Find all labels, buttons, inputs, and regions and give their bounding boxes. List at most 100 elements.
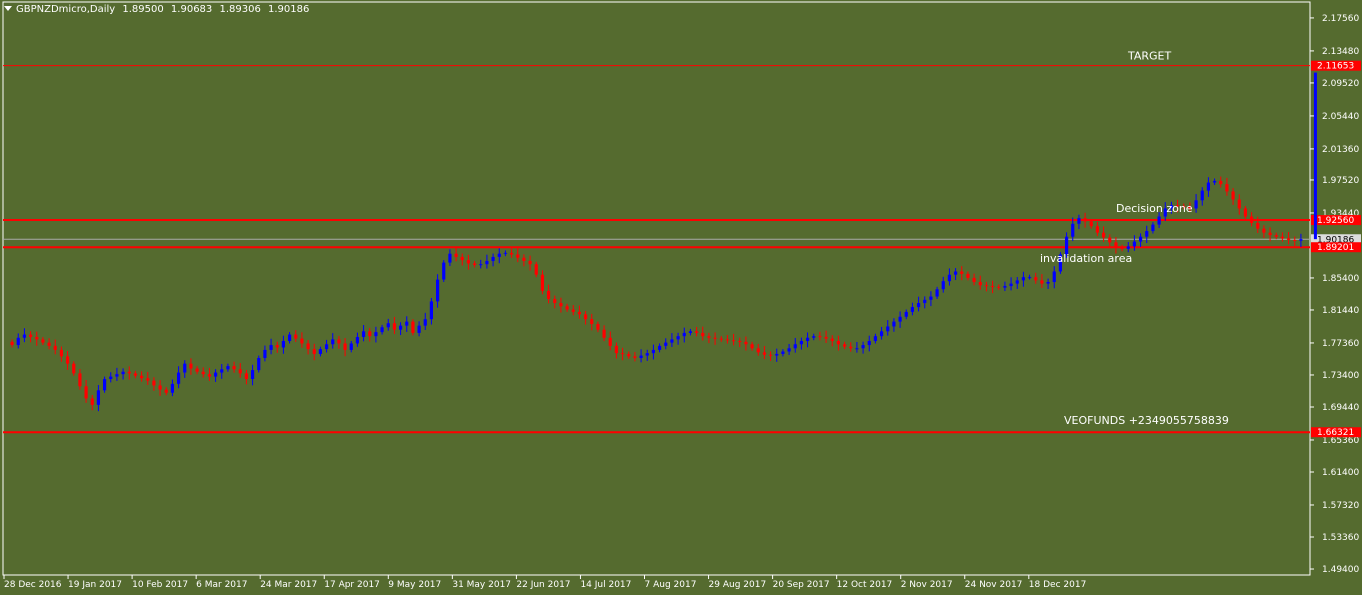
candle-body	[645, 353, 649, 356]
candle-body	[1132, 241, 1137, 247]
candle-body	[750, 344, 754, 349]
candle-body	[263, 349, 267, 358]
symbol-label: GBPNZDmicro,Daily	[16, 4, 116, 15]
candle-body	[1077, 218, 1081, 224]
candle-body	[281, 341, 286, 348]
candle-body	[830, 338, 834, 342]
candle-body	[380, 327, 384, 333]
candle-body	[170, 383, 175, 393]
candle-body	[910, 307, 915, 312]
candle-body	[442, 262, 446, 280]
y-tick-label: 2.05440	[1322, 112, 1359, 122]
candle-body	[867, 341, 871, 346]
candle-body	[429, 301, 434, 320]
candle-body	[466, 260, 471, 264]
y-tick-label: 1.49400	[1322, 565, 1359, 575]
candle-body	[176, 372, 181, 384]
candle-body	[953, 271, 958, 275]
candle-body	[189, 363, 193, 369]
candle-body	[405, 321, 409, 326]
window-menu-icon[interactable]	[4, 6, 12, 11]
candle-body	[368, 331, 372, 337]
candle-body	[479, 264, 483, 266]
candle-body	[941, 281, 945, 290]
candle-body	[1268, 232, 1272, 236]
candle-body	[590, 319, 594, 325]
candle-body	[966, 273, 970, 278]
candle-body	[485, 260, 489, 265]
candle-body	[1089, 221, 1093, 227]
candle-body	[28, 334, 33, 337]
candle-body	[1212, 180, 1217, 183]
candle-body	[676, 336, 680, 340]
candle-body	[183, 363, 187, 373]
x-tick-label: 17 Apr 2017	[324, 580, 380, 590]
candle-body	[417, 325, 421, 333]
annotation-invalidation: invalidation area	[1040, 252, 1132, 265]
candle-body	[460, 256, 464, 261]
candle-body	[139, 375, 144, 379]
x-tick-label: 19 Jan 2017	[68, 580, 122, 590]
candle-body	[1145, 231, 1149, 237]
candle-body	[768, 354, 773, 356]
chart-area[interactable]: 2.17560 2.13480 2.09520 2.05440 2.01360 1.975…	[0, 0, 1362, 595]
candle-body	[793, 344, 797, 349]
candle-body	[701, 332, 705, 337]
candle-body	[583, 314, 588, 320]
ohlc-close: 1.90186	[268, 4, 310, 15]
candle-body	[707, 336, 711, 338]
candle-body	[923, 299, 927, 304]
annotation-target: TARGET	[1127, 50, 1172, 63]
candle-body	[22, 334, 27, 338]
candle-body	[978, 281, 982, 286]
price-chart[interactable]: 2.17560 2.13480 2.09520 2.05440 2.01360 1.975…	[0, 0, 1362, 595]
candle-body	[1151, 224, 1155, 232]
candle-body	[546, 290, 551, 299]
y-tick-label: 2.09520	[1322, 79, 1359, 89]
candle-body	[1027, 277, 1032, 279]
candle-body	[528, 260, 532, 265]
candle-body	[688, 331, 693, 333]
candle-body	[374, 332, 378, 337]
candle-body	[984, 285, 989, 287]
candle-body	[892, 321, 896, 327]
candle-body	[898, 316, 902, 322]
candle-body	[109, 376, 113, 380]
x-tick-label: 24 Mar 2017	[260, 580, 317, 590]
candle-body	[158, 385, 162, 390]
candle-body	[213, 372, 218, 377]
candle-body	[127, 371, 131, 374]
candle-body	[602, 329, 606, 338]
candle-body	[65, 356, 70, 364]
candle-body	[1052, 271, 1056, 282]
candle-body	[565, 306, 569, 310]
x-tick-label: 10 Feb 2017	[132, 580, 188, 590]
candle-body	[53, 345, 57, 350]
candle-body	[929, 296, 933, 300]
y-tick-label: 2.13480	[1322, 47, 1359, 57]
y-tick-label: 1.85400	[1322, 274, 1359, 284]
candle-body	[1262, 228, 1266, 233]
y-tick-label: 1.69440	[1322, 403, 1359, 413]
candle-body	[1120, 247, 1124, 249]
candle-body	[386, 323, 390, 328]
candle-body	[306, 343, 310, 350]
candle-body	[102, 379, 107, 391]
candle-body	[349, 343, 353, 350]
ohlc-open: 1.89500	[122, 4, 164, 15]
candle-body	[509, 252, 514, 255]
candle-body	[620, 353, 625, 355]
candle-body	[1219, 180, 1223, 185]
candle-body	[1095, 226, 1100, 233]
candle-body	[96, 390, 101, 405]
x-tick-label: 6 Mar 2017	[196, 580, 247, 590]
candle-body	[651, 349, 656, 354]
candle-body	[639, 355, 643, 358]
candle-body	[818, 336, 822, 338]
candle-body	[47, 342, 51, 346]
candle-body	[633, 356, 637, 358]
candle-body	[1083, 218, 1087, 222]
candle-body	[719, 338, 723, 340]
candle-body	[1231, 191, 1235, 200]
candle-body	[849, 346, 853, 349]
